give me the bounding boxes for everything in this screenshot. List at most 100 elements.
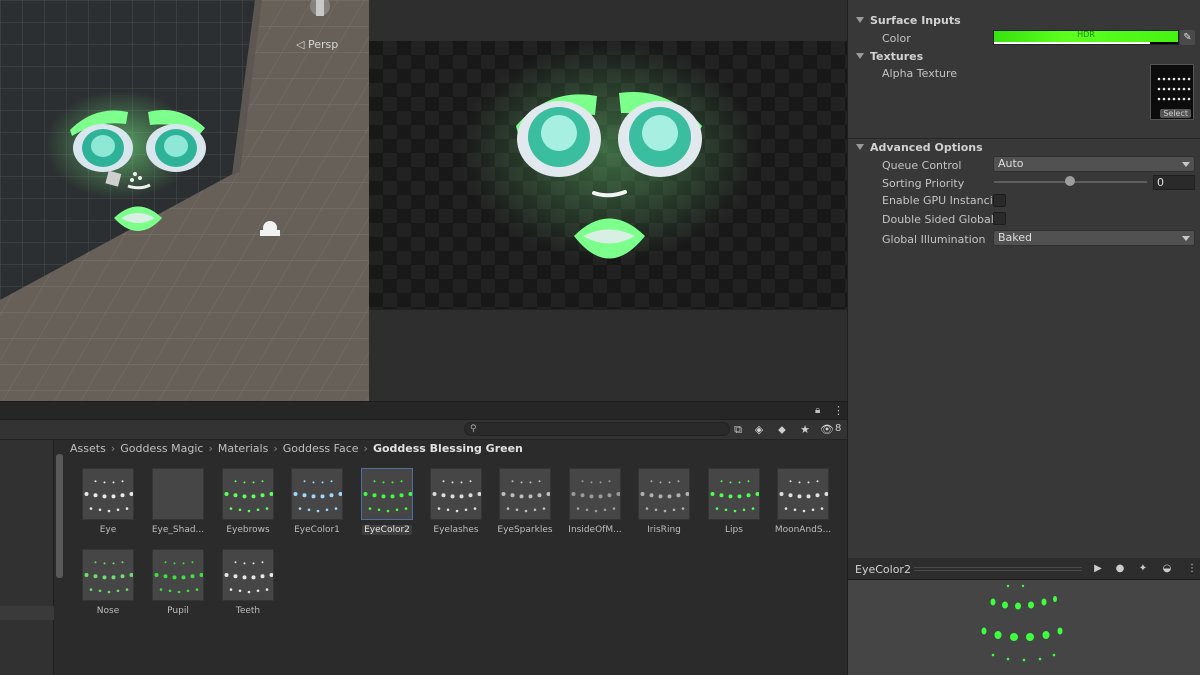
sphere-dot	[107, 590, 111, 594]
sphere-dot	[163, 574, 168, 579]
more-options-icon[interactable]: ⋮	[833, 404, 844, 417]
surface-inputs-foldout[interactable]: Surface Inputs	[856, 14, 961, 27]
color-field[interactable]: HDR	[993, 30, 1179, 45]
material-sphere-dots	[501, 480, 550, 513]
sphere-dot	[186, 589, 190, 593]
material-asset-label: Lips	[725, 525, 743, 535]
sphere-dot	[373, 480, 376, 483]
sphere-dot	[243, 481, 246, 484]
material-asset[interactable]: InsideOfM...	[565, 468, 625, 535]
gpu-instancing-checkbox[interactable]	[993, 194, 1006, 207]
breadcrumb-goddess-face[interactable]: Goddess Face	[283, 442, 359, 455]
hidden-packages-eye-icon[interactable]: 👁︎	[820, 423, 834, 437]
material-asset[interactable]: IrisRing	[634, 468, 694, 535]
sphere-dot	[233, 493, 238, 498]
folder-tree-selected-row[interactable]	[0, 606, 54, 620]
preview-mesh-dropdown-icon[interactable]: ◒	[1160, 562, 1174, 576]
textures-foldout[interactable]: Textures	[856, 50, 923, 63]
color-label: Color	[882, 32, 911, 45]
favorites-star-icon[interactable]: ★	[798, 423, 812, 437]
folder-tree[interactable]	[0, 440, 54, 675]
filter-by-label-icon[interactable]: ⬥	[775, 423, 789, 437]
material-asset[interactable]: Lips	[704, 468, 764, 535]
sorting-priority-slider-thumb[interactable]	[1065, 176, 1075, 186]
preview-render[interactable]	[848, 580, 1200, 675]
breadcrumb-current[interactable]: Goddess Blessing Green	[373, 442, 523, 455]
project-scrollbar[interactable]	[56, 454, 63, 578]
material-asset[interactable]: Eye	[78, 468, 138, 535]
sphere-dot	[720, 480, 723, 483]
projection-toggle[interactable]: ◁ Persp	[296, 38, 338, 51]
sphere-dot	[529, 481, 532, 484]
scene-view[interactable]: ◁ Persp	[0, 0, 369, 401]
sphere-dot	[811, 508, 815, 512]
sphere-dot	[806, 494, 811, 499]
sphere-dot	[247, 590, 251, 594]
double-sided-gi-checkbox[interactable]	[993, 212, 1006, 225]
lighting-icon[interactable]: ✦	[1136, 562, 1150, 576]
material-asset-label: EyeColor2	[362, 525, 412, 535]
preview-drag-handle[interactable]	[914, 567, 1082, 571]
sphere-dot	[506, 507, 510, 510]
sphere-dot	[715, 507, 719, 510]
breadcrumb: Assets › Goddess Magic › Materials › Goddess F…	[70, 442, 523, 455]
global-illumination-label: Global Illumination	[882, 233, 986, 246]
sphere-dot	[571, 492, 576, 496]
double-sided-gi-label: Double Sided Global Il	[882, 213, 994, 226]
global-illumination-dropdown[interactable]: Baked	[993, 230, 1195, 246]
material-asset-label: Eyelashes	[433, 525, 479, 535]
material-asset[interactable]: Eyebrows	[218, 468, 278, 535]
select-texture-button[interactable]: Select	[1160, 109, 1191, 118]
material-thumbnail	[499, 468, 551, 520]
search-by-type-icon[interactable]: ⧉	[731, 423, 745, 437]
sphere-dot	[229, 588, 233, 591]
sphere-dot	[576, 507, 580, 510]
material-asset[interactable]: Eyelashes	[426, 468, 486, 535]
sphere-dot	[616, 492, 620, 496]
sphere-dot	[446, 508, 450, 512]
game-view[interactable]	[369, 0, 847, 401]
more-options-icon[interactable]: ⋮	[1185, 562, 1199, 576]
sphere-dot	[260, 574, 265, 579]
sphere-dot	[129, 492, 133, 496]
sorting-priority-field[interactable]: 0	[1153, 175, 1195, 190]
sphere-dot	[195, 588, 199, 591]
sphere-dot	[181, 575, 186, 580]
breadcrumb-assets[interactable]: Assets	[70, 442, 106, 455]
material-sphere-dots	[640, 480, 689, 513]
alpha-texture-slot[interactable]: Select	[1150, 64, 1194, 120]
material-asset[interactable]: MoonAndS...	[773, 468, 833, 535]
material-asset[interactable]: EyeSparkles	[495, 468, 555, 535]
material-asset[interactable]: Pupil	[148, 549, 208, 616]
play-icon[interactable]: ▶	[1091, 562, 1105, 576]
sphere-dot	[330, 480, 333, 483]
sphere-dot	[242, 575, 247, 580]
sphere-dot	[107, 509, 111, 513]
breadcrumb-materials[interactable]: Materials	[218, 442, 268, 455]
gpu-instancing-label: Enable GPU Instancing	[882, 194, 994, 207]
sphere-dot	[681, 507, 685, 510]
sphere-dot	[751, 507, 755, 510]
material-asset[interactable]: EyeColor1	[287, 468, 347, 535]
material-asset[interactable]: Nose	[78, 549, 138, 616]
filter-by-type-icon[interactable]: ◈	[752, 423, 766, 437]
advanced-options-foldout[interactable]: Advanced Options	[856, 141, 983, 154]
material-thumbnail	[82, 468, 134, 520]
sphere-dot	[93, 493, 98, 498]
project-search-input[interactable]: ⚲	[464, 422, 730, 436]
material-asset[interactable]: Eye_Shad...	[148, 468, 208, 535]
material-asset[interactable]: EyeColor2	[357, 468, 417, 538]
sphere-shape-icon[interactable]: ●	[1113, 562, 1127, 576]
breadcrumb-goddess-magic[interactable]: Goddess Magic	[120, 442, 203, 455]
sphere-dot	[94, 561, 97, 564]
material-asset[interactable]: Teeth	[218, 549, 278, 616]
eyedropper-icon[interactable]: ✎	[1180, 30, 1195, 45]
sphere-dot	[329, 493, 334, 498]
sphere-dot	[685, 492, 689, 496]
material-sphere-dots	[571, 480, 620, 513]
lock-icon[interactable]: 🔒︎	[815, 405, 820, 416]
sphere-dot	[238, 508, 242, 512]
queue-control-dropdown[interactable]: Auto	[993, 156, 1195, 172]
sphere-dot	[182, 562, 185, 565]
sphere-dot	[303, 480, 306, 483]
